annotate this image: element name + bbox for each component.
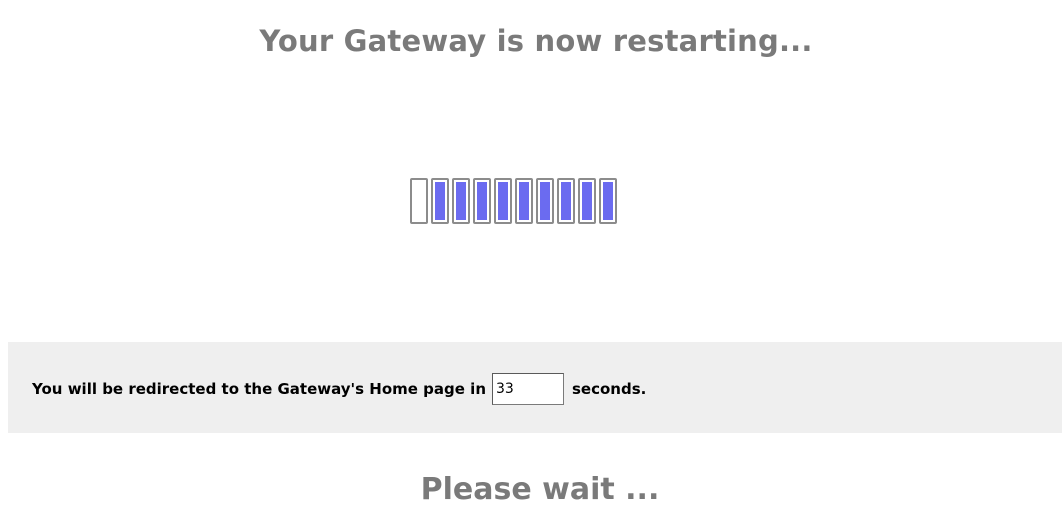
please-wait-text: Please wait ...	[420, 472, 660, 507]
progress-segment-filled	[557, 178, 575, 224]
restart-progress-bar	[410, 178, 617, 228]
page-title: Your Gateway is now restarting...	[259, 24, 813, 58]
redirect-panel: You will be redirected to the Gateway's …	[8, 342, 1062, 433]
progress-segment-empty	[410, 178, 428, 224]
progress-segment-filled	[431, 178, 449, 224]
redirect-message: You will be redirected to the Gateway's …	[32, 373, 646, 405]
countdown-field[interactable]	[492, 373, 564, 405]
progress-segment-filled	[578, 178, 596, 224]
progress-segment-filled	[599, 178, 617, 224]
progress-segment-filled	[473, 178, 491, 224]
redirect-text-after: seconds.	[572, 380, 647, 398]
progress-segment-filled	[536, 178, 554, 224]
progress-segment-filled	[515, 178, 533, 224]
progress-segment-filled	[494, 178, 512, 224]
progress-segment-filled	[452, 178, 470, 224]
redirect-text-before: You will be redirected to the Gateway's …	[32, 380, 486, 398]
